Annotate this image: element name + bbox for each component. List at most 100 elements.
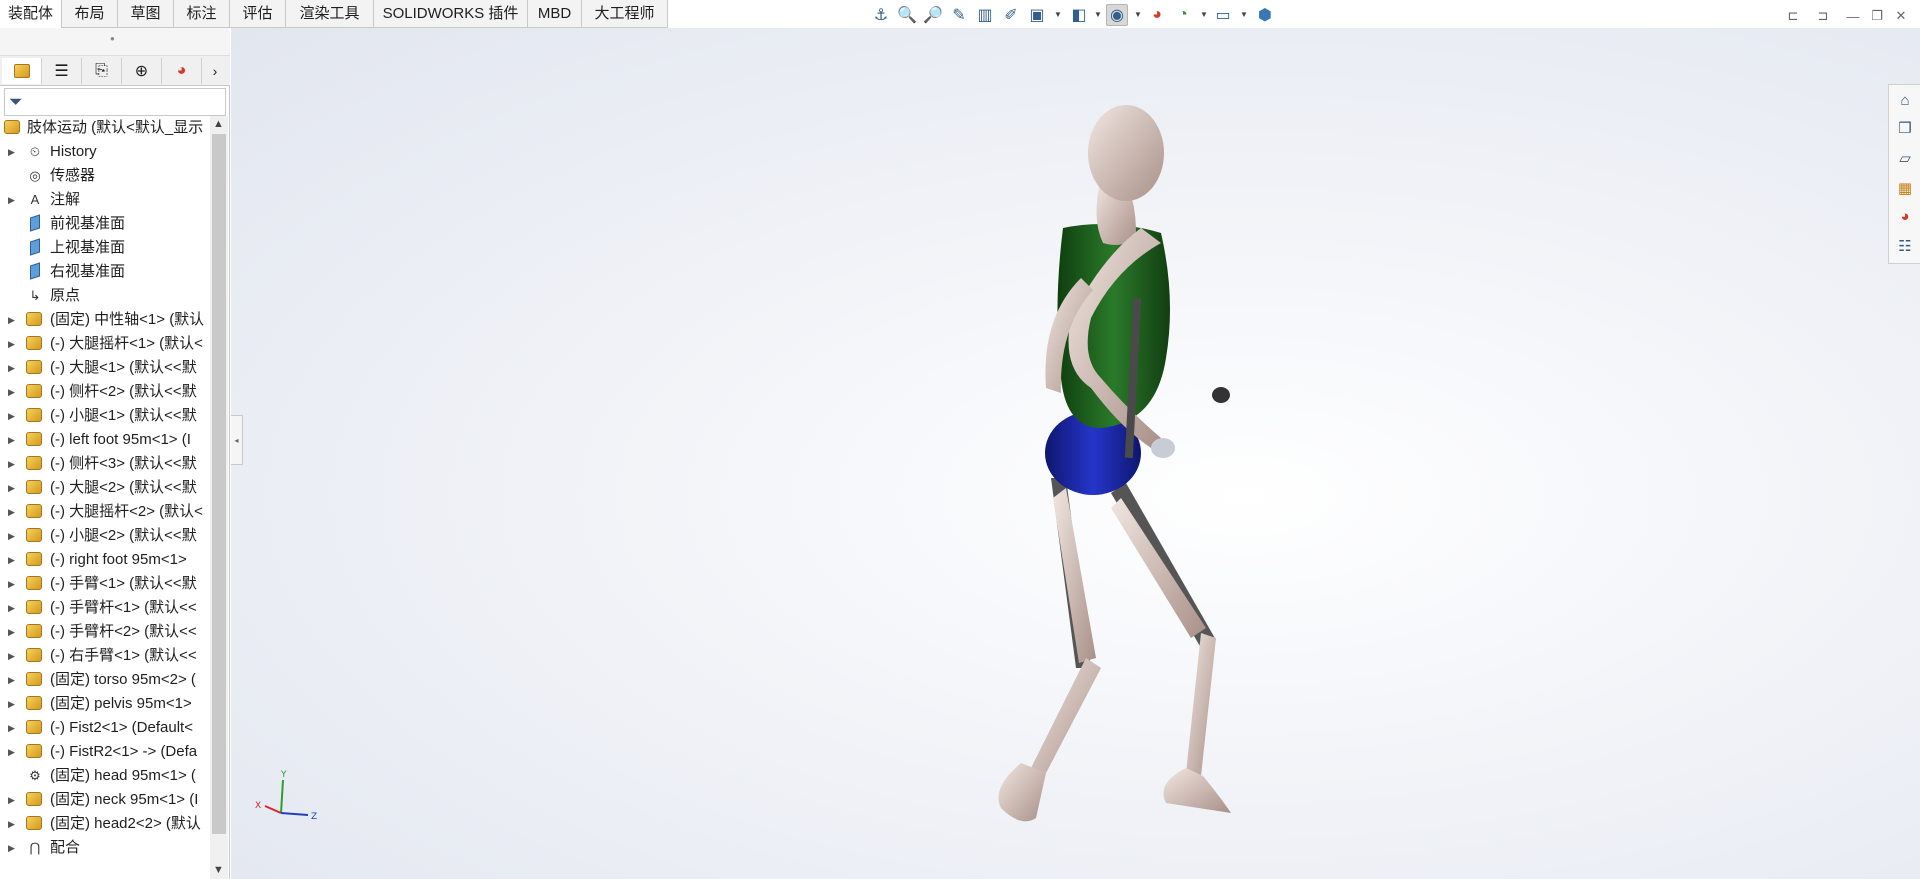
dimxpert-icon[interactable]: ⊕ bbox=[122, 58, 162, 84]
tile-left-icon[interactable]: ⊏ bbox=[1782, 6, 1804, 26]
expand-arrow-icon[interactable]: ▶ bbox=[8, 500, 15, 524]
expand-arrow-icon[interactable]: ▶ bbox=[8, 692, 15, 716]
tree-filter[interactable]: ⏷ bbox=[4, 88, 226, 116]
display-pane-icon[interactable]: ⬢ bbox=[1254, 4, 1276, 26]
edit-appearance-icon[interactable]: ◕ bbox=[1146, 4, 1168, 26]
expand-arrow-icon[interactable]: ▶ bbox=[8, 308, 15, 332]
tab-markup[interactable]: 标注 bbox=[174, 0, 230, 28]
chevron-down-icon[interactable]: ▼ bbox=[1094, 10, 1102, 19]
design-library-icon[interactable]: ❒ bbox=[1894, 117, 1916, 139]
tree-item[interactable]: ▶ (-) 手臂<1> (默认<<默 bbox=[0, 572, 210, 596]
expand-arrow-icon[interactable]: ▶ bbox=[8, 836, 15, 860]
view-palette-icon[interactable]: ▦ bbox=[1894, 177, 1916, 199]
tree-item[interactable]: ▶ (-) 小腿<1> (默认<<默 bbox=[0, 404, 210, 428]
previous-view-icon[interactable]: ✎ bbox=[948, 4, 970, 26]
custom-properties-icon[interactable]: ☷ bbox=[1894, 235, 1916, 257]
tab-evaluate[interactable]: 评估 bbox=[230, 0, 286, 28]
tree-item[interactable]: ▶ (-) 大腿摇杆<1> (默认< bbox=[0, 332, 210, 356]
tab-big-engineer[interactable]: 大工程师 bbox=[582, 0, 668, 28]
tree-item[interactable]: ▶ (固定) pelvis 95m<1> bbox=[0, 692, 210, 716]
chevron-down-icon[interactable]: ▼ bbox=[1134, 10, 1142, 19]
tree-item[interactable]: ▶ (-) 侧杆<3> (默认<<默 bbox=[0, 452, 210, 476]
tree-item[interactable]: ▶ ⏲ History bbox=[0, 140, 210, 164]
tree-item[interactable]: ▶ (-) FistR2<1> -> (Defa bbox=[0, 740, 210, 764]
tree-item[interactable]: ▶ (-) 手臂杆<1> (默认<< bbox=[0, 596, 210, 620]
expand-arrow-icon[interactable]: ▶ bbox=[8, 572, 15, 596]
configurationmanager-icon[interactable]: ⎘ bbox=[82, 58, 122, 84]
expand-arrow-icon[interactable]: ▶ bbox=[8, 380, 15, 404]
tree-item[interactable]: ▶ (-) 大腿<1> (默认<<默 bbox=[0, 356, 210, 380]
hide-show-items-icon[interactable]: ◉ bbox=[1106, 4, 1128, 26]
expand-arrow-icon[interactable]: ▶ bbox=[8, 524, 15, 548]
tree-item[interactable]: ◎ 传感器 bbox=[0, 164, 210, 188]
expand-arrow-icon[interactable]: ▶ bbox=[8, 596, 15, 620]
tile-right-icon[interactable]: ⊐ bbox=[1812, 6, 1834, 26]
tree-item[interactable]: ▶ (-) 侧杆<2> (默认<<默 bbox=[0, 380, 210, 404]
minimize-icon[interactable]: — bbox=[1842, 6, 1864, 26]
tree-root[interactable]: 肢体运动 (默认<默认_显示 bbox=[0, 116, 210, 140]
tree-item[interactable]: ↳ 原点 bbox=[0, 284, 210, 308]
tab-solidworks-addins[interactable]: SOLIDWORKS 插件 bbox=[374, 0, 528, 28]
tree-vertical-scrollbar[interactable]: ▲ ▼ bbox=[210, 116, 228, 879]
expand-arrow-icon[interactable]: ▶ bbox=[8, 476, 15, 500]
restore-icon[interactable]: ❐ bbox=[1866, 6, 1888, 26]
expand-arrow-icon[interactable]: ▶ bbox=[8, 428, 15, 452]
view-orientation-cube-icon[interactable]: ▣ bbox=[1026, 4, 1048, 26]
expand-arrow-icon[interactable]: ▶ bbox=[8, 452, 15, 476]
scrollbar-thumb[interactable] bbox=[212, 134, 226, 834]
propertymanager-icon[interactable]: ☰ bbox=[42, 58, 82, 84]
display-style-icon[interactable]: ◧ bbox=[1068, 4, 1090, 26]
tree-item[interactable]: ▶ (-) 小腿<2> (默认<<默 bbox=[0, 524, 210, 548]
apply-scene-icon[interactable]: ◔ bbox=[1172, 4, 1194, 26]
tab-assembly[interactable]: 装配体 bbox=[0, 0, 62, 28]
tree-item[interactable]: ▶ (固定) head2<2> (默认 bbox=[0, 812, 210, 836]
expand-arrow-icon[interactable]: ▶ bbox=[8, 644, 15, 668]
tab-sketch[interactable]: 草图 bbox=[118, 0, 174, 28]
expand-arrow-icon[interactable]: ▶ bbox=[8, 404, 15, 428]
expand-arrow-icon[interactable]: ▶ bbox=[8, 788, 15, 812]
appearances-scenes-icon[interactable]: ◕ bbox=[1894, 205, 1916, 227]
expand-arrow-icon[interactable]: ▶ bbox=[8, 140, 15, 164]
chevron-down-icon[interactable]: ▼ bbox=[1200, 10, 1208, 19]
expand-arrow-icon[interactable]: ▶ bbox=[8, 716, 15, 740]
solidworks-resources-icon[interactable]: ⌂ bbox=[1894, 89, 1916, 111]
close-icon[interactable]: ✕ bbox=[1890, 6, 1912, 26]
expand-arrow-icon[interactable]: ▶ bbox=[8, 668, 15, 692]
expand-arrow-icon[interactable]: ▶ bbox=[8, 356, 15, 380]
tree-item[interactable]: 右视基准面 bbox=[0, 260, 210, 284]
view-settings-icon[interactable]: ▭ bbox=[1212, 4, 1234, 26]
panel-grip[interactable]: ● bbox=[0, 28, 230, 56]
tree-item[interactable]: ▶ (固定) 中性轴<1> (默认 bbox=[0, 308, 210, 332]
tab-layout[interactable]: 布局 bbox=[62, 0, 118, 28]
tree-item[interactable]: 前视基准面 bbox=[0, 212, 210, 236]
view-orientation-icon[interactable]: ⚓ bbox=[870, 4, 892, 26]
model-view[interactable] bbox=[231, 28, 1920, 879]
tree-item[interactable]: ▶ (-) 大腿摇杆<2> (默认< bbox=[0, 500, 210, 524]
expand-arrow-icon[interactable]: ▶ bbox=[8, 548, 15, 572]
tree-item[interactable]: ▶ ⋂ 配合 bbox=[0, 836, 210, 860]
section-view-icon[interactable]: ▥ bbox=[974, 4, 996, 26]
tree-item[interactable]: ▶ (-) Fist2<1> (Default< bbox=[0, 716, 210, 740]
tree-item[interactable]: ▶ (固定) neck 95m<1> (I bbox=[0, 788, 210, 812]
chevron-down-icon[interactable]: ▼ bbox=[1240, 10, 1248, 19]
tree-item[interactable]: ▶ (固定) torso 95m<2> ( bbox=[0, 668, 210, 692]
tree-item[interactable]: ▶ (-) 大腿<2> (默认<<默 bbox=[0, 476, 210, 500]
expand-arrow-icon[interactable]: ▶ bbox=[8, 188, 15, 212]
scroll-up-icon[interactable]: ▲ bbox=[213, 118, 224, 130]
expand-arrow-icon[interactable]: ▶ bbox=[8, 812, 15, 836]
tree-item[interactable]: ▶ (-) left foot 95m<1> (I bbox=[0, 428, 210, 452]
file-explorer-icon[interactable]: ▱ bbox=[1894, 147, 1916, 169]
tree-item[interactable]: ▶ (-) 手臂杆<2> (默认<< bbox=[0, 620, 210, 644]
zoom-to-area-icon[interactable]: 🔎 bbox=[922, 4, 944, 26]
tree-item[interactable]: ▶ A 注解 bbox=[0, 188, 210, 212]
tree-item[interactable]: 上视基准面 bbox=[0, 236, 210, 260]
chevron-down-icon[interactable]: ▼ bbox=[1054, 10, 1062, 19]
tab-mbd[interactable]: MBD bbox=[528, 0, 582, 28]
expand-arrow-icon[interactable]: ▶ bbox=[8, 332, 15, 356]
featuremanager-icon[interactable] bbox=[2, 58, 42, 84]
zoom-to-fit-icon[interactable]: 🔍 bbox=[896, 4, 918, 26]
displaymanager-icon[interactable]: ◕ bbox=[162, 58, 202, 84]
tree-item[interactable]: ▶ (-) 右手臂<1> (默认<< bbox=[0, 644, 210, 668]
scroll-down-icon[interactable]: ▼ bbox=[213, 864, 224, 876]
chevron-right-icon[interactable]: › bbox=[202, 58, 228, 84]
